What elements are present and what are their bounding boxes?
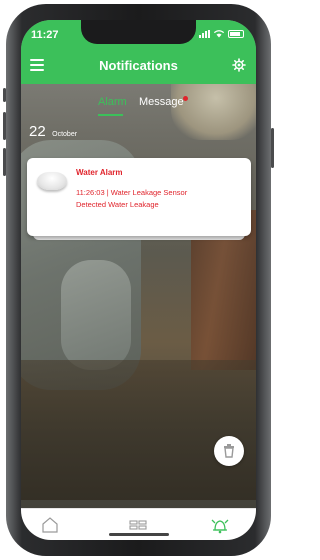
side-button-volume-up [3, 112, 6, 140]
background-floor [21, 360, 256, 500]
status-time: 11:27 [31, 29, 59, 41]
tab-message[interactable]: Message [139, 96, 184, 108]
water-sensor-image [37, 172, 67, 190]
alarm-card[interactable]: Water Alarm 11:26:03 | Water Leakage Sen… [27, 158, 251, 236]
side-button-mute [3, 88, 6, 102]
cellular-signal-icon [199, 30, 210, 38]
page-title: Notifications [99, 58, 178, 73]
alarm-detail-line2: Detected Water Leakage [76, 200, 159, 209]
notch [81, 20, 196, 44]
alarm-title: Water Alarm [76, 168, 123, 177]
wifi-icon [214, 30, 224, 38]
date-day: 22 [29, 123, 46, 140]
delete-button[interactable] [214, 436, 244, 466]
trash-icon [224, 444, 234, 458]
date-month: October [52, 131, 78, 138]
home-indicator [109, 533, 169, 536]
alarm-bell-icon[interactable] [209, 515, 231, 535]
active-tab-indicator [98, 114, 123, 116]
date-group-header: 22 October [29, 123, 77, 141]
app-header: Notifications [21, 48, 256, 84]
tab-alarm[interactable]: Alarm [98, 96, 127, 108]
notification-tabs: Alarm Message [21, 96, 256, 116]
alarm-detail-line1: 11:26:03 | Water Leakage Sensor [76, 188, 188, 197]
battery-icon [228, 30, 244, 38]
gear-icon[interactable] [232, 58, 246, 72]
side-button-volume-down [3, 148, 6, 176]
devices-icon[interactable] [127, 515, 149, 535]
status-icons [199, 30, 244, 38]
screen: 11:27 Notifications Alarm Message 22 Oct… [21, 20, 256, 540]
unread-dot [183, 96, 188, 101]
background-sofa-arm [61, 260, 131, 370]
side-button-power [271, 128, 274, 168]
home-icon[interactable] [39, 515, 61, 535]
status-bar: 11:27 [21, 20, 256, 48]
